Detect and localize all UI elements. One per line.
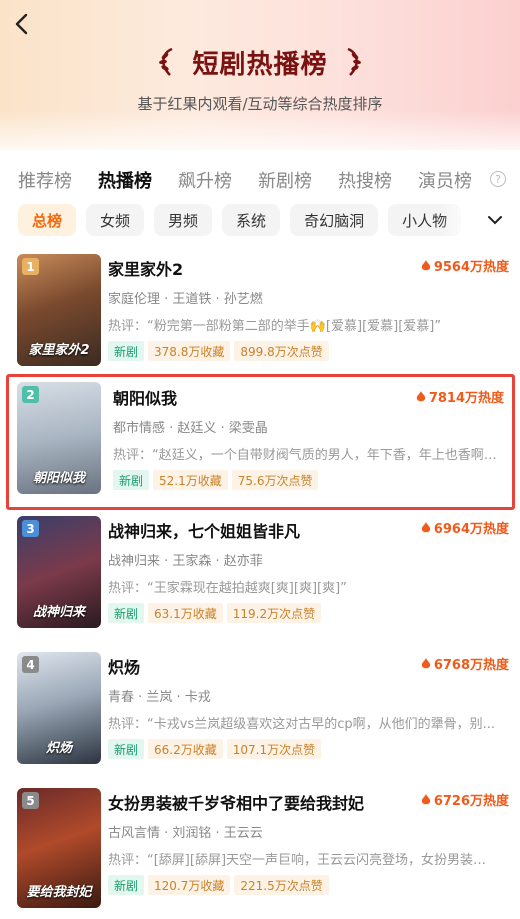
drama-card[interactable]: 4 炽炀 炽炀 青春 · 兰岚 · 卡戎 热评：“卡戎vs兰岚超级喜欢这对古早的… [10, 652, 515, 778]
heat-score: 9564万热度 [421, 256, 509, 275]
collect-count: 63.1万收藏 [148, 603, 223, 623]
heat-score: 6768万热度 [421, 654, 509, 673]
new-badge: 新剧 [108, 603, 145, 623]
laurel-right-icon [346, 47, 361, 76]
laurel-left-icon [159, 47, 174, 76]
like-count: 107.1万次点赞 [226, 739, 322, 759]
drama-badges: 新剧 52.1万收藏 75.6万次点赞 [113, 470, 513, 490]
chevron-left-icon [15, 13, 28, 35]
collect-count: 66.2万收藏 [148, 739, 223, 759]
filter-chip-female[interactable]: 女频 [86, 204, 145, 236]
drama-comment: 热评：“王家霖现在越拍越爽[爽][爽][爽]” [108, 581, 347, 596]
poster-caption: 朝阳似我 [32, 471, 85, 486]
drama-tags: 古风言情 · 刘润铭 · 王云云 [108, 826, 263, 841]
drama-tags: 战神归来 · 王家森 · 赵亦菲 [108, 554, 263, 569]
tab-actors[interactable]: 演员榜 [418, 167, 472, 193]
collect-count: 378.8万收藏 [148, 341, 231, 361]
help-icon[interactable]: ? [490, 171, 506, 187]
drama-comment: 热评：“[舔屏][舔屏]天空一声巨响，王云云闪亮登场，女扮男装又... [108, 853, 498, 868]
drama-badges: 新剧 63.1万收藏 119.2万次点赞 [108, 603, 508, 623]
tab-recommend[interactable]: 推荐榜 [18, 167, 72, 193]
filter-chip-fantasy[interactable]: 奇幻脑洞 [290, 204, 379, 236]
tab-search[interactable]: 热搜榜 [338, 167, 392, 193]
header-fade [0, 110, 520, 160]
flame-icon [416, 390, 425, 401]
drama-card-selected[interactable]: 2 朝阳似我 朝阳似我 都市情感 · 赵廷义 · 梁雯晶 热评：“赵廷义，一个自… [6, 374, 515, 510]
drama-poster: 5 要给我封妃 [17, 788, 101, 908]
drama-card[interactable]: 5 要给我封妃 女扮男装被千岁爷相中了要给我封妃 古风言情 · 刘润铭 · 王云… [10, 788, 515, 914]
poster-caption: 炽炀 [45, 741, 72, 756]
heat-value: 9564万热度 [433, 260, 509, 275]
drama-badges: 新剧 66.2万收藏 107.1万次点赞 [108, 739, 508, 759]
drama-comment: 热评：“卡戎vs兰岚超级喜欢这对古早的cp啊，从他们的犟骨，别... [108, 717, 495, 732]
rank-badge: 3 [22, 520, 39, 537]
flame-icon [421, 793, 430, 804]
filter-chip-male[interactable]: 男频 [154, 204, 213, 236]
ranking-tabs: 推荐榜 热播榜 飙升榜 新剧榜 热搜榜 演员榜 [18, 165, 518, 195]
new-badge: 新剧 [108, 739, 145, 759]
poster-caption: 家里家外2 [28, 343, 90, 358]
drama-card[interactable]: 1 家里家外2 家里家外2 家庭伦理 · 王道铁 · 孙艺燃 热评：“粉完第一部… [10, 254, 515, 380]
drama-badges: 新剧 378.8万收藏 899.8万次点赞 [108, 341, 508, 361]
rank-badge: 4 [22, 656, 39, 673]
drama-comment: 热评：“赵廷义，一个自带财阀气质的男人，年下香，年上也香啊[... [113, 448, 497, 463]
heat-value: 6768万热度 [433, 658, 509, 673]
heat-score: 6964万热度 [421, 518, 509, 537]
drama-card[interactable]: 3 战神归来 战神归来，七个姐姐皆非凡 战神归来 · 王家森 · 赵亦菲 热评：… [10, 516, 515, 642]
new-badge: 新剧 [113, 470, 150, 490]
flame-icon [421, 521, 430, 532]
heat-value: 6964万热度 [433, 522, 509, 537]
heat-score: 6726万热度 [421, 790, 509, 809]
like-count: 899.8万次点赞 [234, 341, 329, 361]
drama-comment: 热评：“粉完第一部粉第二部的举手🙌[爱慕][爱慕][爱慕]” [108, 319, 442, 334]
drama-poster: 4 炽炀 [17, 652, 101, 764]
heat-value: 7814万热度 [428, 391, 504, 406]
like-count: 119.2万次点赞 [226, 603, 322, 623]
flame-icon [421, 259, 430, 270]
poster-caption: 要给我封妃 [26, 885, 92, 900]
rank-badge: 2 [22, 386, 39, 403]
flame-icon [421, 657, 430, 668]
drama-poster: 1 家里家外2 [17, 254, 101, 366]
drama-tags: 青春 · 兰岚 · 卡戎 [108, 690, 211, 705]
rank-badge: 5 [22, 792, 39, 809]
drama-tags: 家庭伦理 · 王道铁 · 孙艺燃 [108, 292, 263, 307]
drama-poster: 2 朝阳似我 [17, 382, 101, 494]
filter-fade [440, 200, 520, 240]
collect-count: 52.1万收藏 [153, 470, 228, 490]
expand-filters-button[interactable] [484, 210, 506, 230]
tab-rising[interactable]: 飙升榜 [178, 167, 232, 193]
back-button[interactable] [8, 10, 36, 38]
drama-tags: 都市情感 · 赵廷义 · 梁雯晶 [113, 421, 268, 436]
filter-chip-all[interactable]: 总榜 [18, 204, 77, 236]
chevron-down-icon [488, 216, 502, 225]
heat-value: 6726万热度 [433, 794, 509, 809]
like-count: 75.6万次点赞 [231, 470, 319, 490]
heat-score: 7814万热度 [416, 387, 504, 406]
tab-hot[interactable]: 热播榜 [98, 167, 152, 193]
poster-caption: 战神归来 [32, 605, 85, 620]
drama-poster: 3 战神归来 [17, 516, 101, 628]
page-title: 短剧热播榜 [192, 49, 328, 80]
page-title-row: 短剧热播榜 [0, 42, 520, 82]
drama-badges: 新剧 120.7万收藏 221.5万次点赞 [108, 875, 508, 895]
page-subtitle: 基于红果内观看/互动等综合热度排序 [137, 95, 383, 113]
like-count: 221.5万次点赞 [234, 875, 329, 895]
filter-chip-system[interactable]: 系统 [222, 204, 281, 236]
tab-new[interactable]: 新剧榜 [258, 167, 312, 193]
collect-count: 120.7万收藏 [148, 875, 231, 895]
rank-badge: 1 [22, 258, 39, 275]
new-badge: 新剧 [108, 875, 145, 895]
new-badge: 新剧 [108, 341, 145, 361]
